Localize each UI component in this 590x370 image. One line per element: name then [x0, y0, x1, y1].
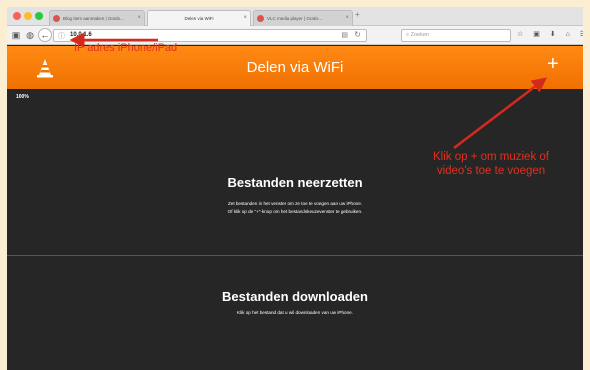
toolbar-icons[interactable]: ☆ ▣ ⬇ ⌂ ☰	[517, 30, 583, 38]
reading-list-icon[interactable]: ◍	[24, 29, 36, 41]
download-section: Bestanden downloaden Klik op het bestand…	[7, 289, 583, 315]
close-icon[interactable]: ×	[345, 11, 349, 26]
tab-delen-via-wifi[interactable]: Delen via WiFi ×	[147, 10, 251, 26]
info-icon[interactable]: ⓘ	[58, 31, 65, 41]
minimize-window-button[interactable]	[24, 12, 32, 20]
sidebar-icon[interactable]: ▣	[10, 29, 22, 41]
tab-bar: Blog Item aanmaken | Gratis... × Delen v…	[7, 7, 583, 26]
close-window-button[interactable]	[13, 12, 21, 20]
reader-view-icon[interactable]: ▤	[341, 31, 348, 39]
add-files-annotation: Klik op + om muziek of video's toe te vo…	[398, 150, 584, 178]
opera-icon	[257, 15, 264, 22]
download-heading: Bestanden downloaden	[222, 289, 368, 304]
upload-line-2: Of klik op de "+"-knop om het bestandske…	[227, 209, 363, 214]
download-instructions: Klik op het bestand dat u wil downloaden…	[237, 310, 353, 315]
section-divider	[7, 255, 583, 256]
upload-section[interactable]: Bestanden neerzetten Zet bestanden in he…	[7, 175, 583, 216]
new-tab-button[interactable]: +	[355, 10, 360, 19]
tab-label: VLC media player | Gratis...	[267, 16, 323, 21]
screenshot: Blog Item aanmaken | Gratis... × Delen v…	[7, 7, 583, 370]
close-icon[interactable]: ×	[137, 11, 141, 26]
upload-line-1: Zet bestanden in het venster om ze toe t…	[227, 201, 363, 206]
tab-blog-item[interactable]: Blog Item aanmaken | Gratis... ×	[49, 10, 145, 26]
ip-address-annotation: IP adres iPhone/iPad	[74, 42, 178, 54]
tab-vlc[interactable]: VLC media player | Gratis... ×	[253, 10, 353, 26]
progress-text: 100%	[16, 94, 29, 100]
close-icon[interactable]: ×	[243, 11, 247, 26]
add-files-button[interactable]: +	[547, 53, 559, 76]
search-placeholder: Zoeken	[410, 32, 429, 38]
address-text[interactable]: 10.0.1.6	[70, 32, 92, 38]
opera-icon	[53, 15, 60, 22]
tab-label: Blog Item aanmaken | Gratis...	[63, 16, 124, 21]
annotation-line-2: video's toe te voegen	[436, 165, 546, 177]
search-input[interactable]: ⌕ Zoeken	[401, 29, 511, 42]
back-button[interactable]: ←	[38, 28, 52, 42]
upload-instructions: Zet bestanden in het venster om ze toe t…	[7, 200, 583, 216]
reload-icon[interactable]: ↻	[354, 30, 361, 39]
address-bar[interactable]: ⓘ 10.0.1.6 ▤ ↻	[53, 29, 367, 42]
zoom-window-button[interactable]	[35, 12, 43, 20]
annotation-line-1: Klik op + om muziek of	[432, 151, 549, 163]
tab-label: Delen via WiFi	[184, 16, 214, 21]
